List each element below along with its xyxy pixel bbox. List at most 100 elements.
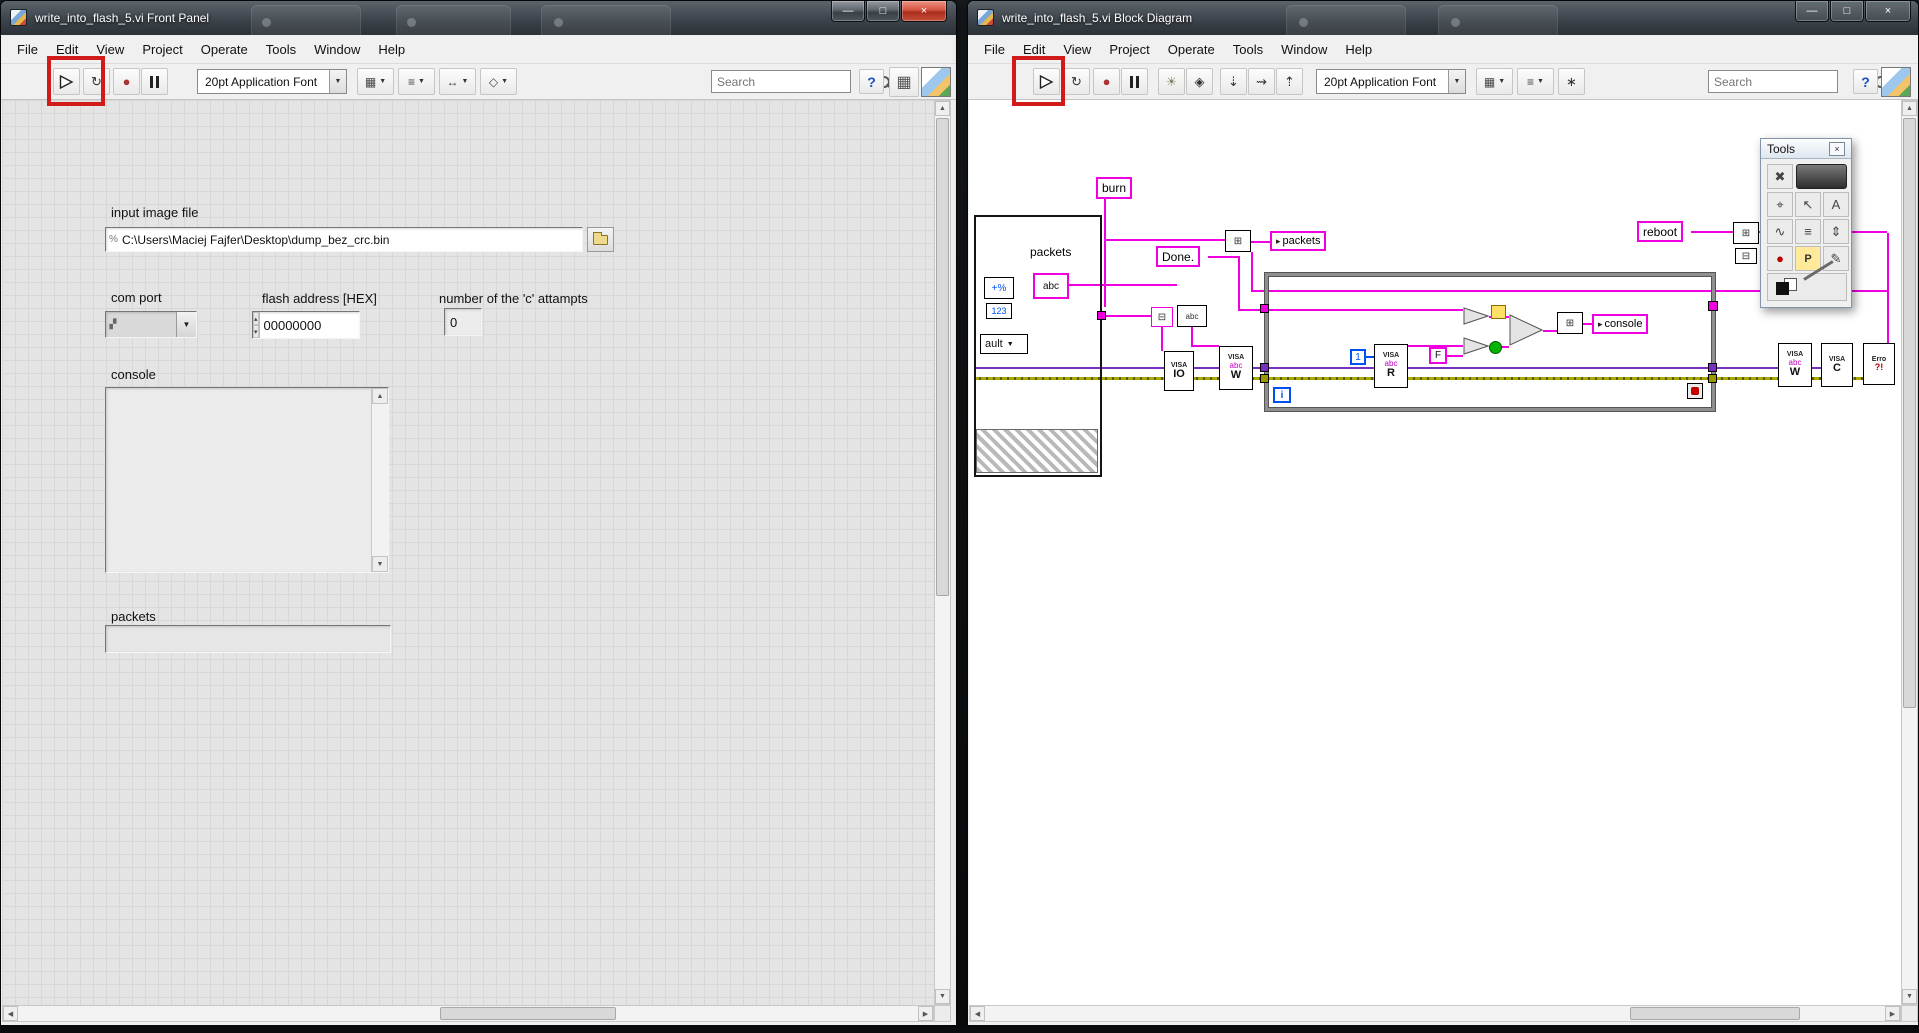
- menu-help[interactable]: Help: [1336, 37, 1381, 62]
- visa-read-node[interactable]: VISA abc R: [1374, 344, 1408, 388]
- minimize-button[interactable]: —: [831, 1, 865, 22]
- scroll-tool[interactable]: ⇕: [1823, 219, 1849, 244]
- menu-project[interactable]: Project: [133, 37, 191, 62]
- string-to-bytes-node[interactable]: abc: [1177, 305, 1207, 327]
- constant-node[interactable]: [1491, 305, 1506, 319]
- vertical-scrollbar[interactable]: ▲ ▼: [1901, 100, 1918, 1005]
- concatenate-strings-node[interactable]: ⊞: [1733, 222, 1759, 244]
- spin-up-icon[interactable]: ▴: [253, 312, 259, 325]
- resize-objects-button[interactable]: ↔ ▼: [439, 68, 476, 95]
- loop-condition-terminal[interactable]: [1687, 383, 1703, 399]
- chevron-down-icon[interactable]: ▼: [176, 312, 196, 337]
- menu-file[interactable]: File: [8, 37, 47, 62]
- scroll-up-button[interactable]: ▲: [1902, 101, 1917, 116]
- error-handler-node[interactable]: Erro ?!: [1863, 343, 1895, 385]
- visa-write-node[interactable]: VISA abc W: [1219, 346, 1253, 390]
- menu-window[interactable]: Window: [1272, 37, 1336, 62]
- distribute-objects-button[interactable]: ≡ ▼: [398, 68, 435, 95]
- scroll-right-button[interactable]: ▶: [1885, 1006, 1900, 1021]
- close-button[interactable]: ×: [901, 1, 947, 22]
- boolean-led-node[interactable]: [1489, 341, 1502, 354]
- horizontal-scrollbar[interactable]: ◀ ▶: [969, 1005, 1901, 1022]
- distribute-objects-button[interactable]: ≡ ▼: [1517, 68, 1554, 95]
- iteration-terminal[interactable]: i: [1273, 387, 1291, 403]
- vertical-scrollbar[interactable]: ▲ ▼: [934, 100, 951, 1005]
- concatenate-strings-node[interactable]: ⊞: [1225, 230, 1251, 252]
- align-objects-button[interactable]: ▦ ▼: [357, 68, 394, 95]
- tools-palette-titlebar[interactable]: Tools ×: [1761, 139, 1851, 159]
- retain-wire-values-button[interactable]: ◈: [1186, 68, 1213, 95]
- scroll-right-button[interactable]: ▶: [918, 1006, 933, 1021]
- auto-tool-select-tool[interactable]: ✖: [1767, 164, 1793, 189]
- position-select-tool[interactable]: ↖: [1795, 192, 1821, 217]
- auto-tool-led[interactable]: [1796, 164, 1847, 189]
- visa-close-node[interactable]: VISA C: [1821, 343, 1853, 387]
- visa-write-node[interactable]: VISA abc W: [1778, 343, 1812, 387]
- scrollbar-thumb[interactable]: [1903, 118, 1916, 708]
- clean-up-diagram-button[interactable]: ∗: [1558, 68, 1585, 95]
- scroll-left-button[interactable]: ◀: [970, 1006, 985, 1021]
- string-constant-f[interactable]: F: [1429, 347, 1447, 364]
- concatenate-strings-node[interactable]: ⊞: [1557, 312, 1583, 334]
- select-node[interactable]: [1509, 314, 1543, 346]
- scroll-down-button[interactable]: ▼: [1902, 989, 1917, 1004]
- numeric-constant[interactable]: 123: [986, 303, 1012, 319]
- wire-tool[interactable]: ∿: [1767, 219, 1793, 244]
- menu-project[interactable]: Project: [1100, 37, 1158, 62]
- highlight-execution-button[interactable]: ☀: [1158, 68, 1185, 95]
- input-image-file-input[interactable]: [119, 232, 582, 247]
- done-label[interactable]: Done.: [1156, 246, 1201, 267]
- connector-pane-button[interactable]: ▦: [889, 67, 919, 97]
- attempts-value[interactable]: [445, 309, 481, 335]
- menu-operate[interactable]: Operate: [192, 37, 257, 62]
- maximize-button[interactable]: □: [866, 1, 900, 22]
- visa-configure-node[interactable]: VISA IO: [1164, 351, 1194, 391]
- vi-icon[interactable]: [921, 67, 951, 97]
- reboot-label[interactable]: reboot: [1637, 221, 1684, 242]
- format-string-node[interactable]: ⊟: [1735, 248, 1757, 264]
- numeric-constant-1[interactable]: 1: [1350, 349, 1366, 365]
- console-indicator[interactable]: ▲ ▼: [105, 387, 389, 573]
- menu-file[interactable]: File: [975, 37, 1014, 62]
- operate-value-tool[interactable]: ⌖: [1767, 192, 1793, 217]
- comparison-node[interactable]: [1463, 337, 1489, 355]
- font-selector[interactable]: 20pt Application Font ▼: [1316, 69, 1466, 94]
- palette-close-button[interactable]: ×: [1829, 141, 1845, 156]
- menu-help[interactable]: Help: [369, 37, 414, 62]
- menu-tools[interactable]: Tools: [257, 37, 305, 62]
- menu-window[interactable]: Window: [305, 37, 369, 62]
- align-objects-button[interactable]: ▦ ▼: [1476, 68, 1513, 95]
- browse-button[interactable]: [587, 227, 614, 252]
- pause-button[interactable]: [141, 68, 168, 95]
- burn-label[interactable]: burn: [1096, 177, 1133, 199]
- font-selector[interactable]: 20pt Application Font ▼: [197, 69, 347, 94]
- scrollbar-thumb[interactable]: [936, 118, 949, 596]
- packets-indicator-terminal[interactable]: ▸ packets: [1270, 231, 1327, 251]
- packets-free-label[interactable]: packets: [1030, 245, 1071, 259]
- com-port-dropdown[interactable]: ▞ ▼: [105, 311, 197, 338]
- format-node[interactable]: +%: [984, 277, 1014, 299]
- breakpoint-tool[interactable]: ●: [1767, 246, 1793, 271]
- step-out-button[interactable]: ⇡: [1276, 68, 1303, 95]
- string-constant[interactable]: abc: [1033, 273, 1069, 299]
- search-input[interactable]: [712, 74, 877, 89]
- probe-tool[interactable]: P: [1795, 246, 1821, 271]
- vi-icon[interactable]: [1881, 67, 1911, 97]
- close-button[interactable]: ×: [1865, 1, 1911, 22]
- console-scrollbar[interactable]: ▲ ▼: [371, 388, 388, 572]
- scroll-down-button[interactable]: ▼: [935, 989, 950, 1004]
- search-input[interactable]: [1709, 74, 1874, 89]
- color-tool[interactable]: [1767, 260, 1847, 301]
- run-continuous-button[interactable]: ↻: [1063, 68, 1090, 95]
- flash-address-input[interactable]: [259, 312, 444, 338]
- step-into-button[interactable]: ⇣: [1220, 68, 1247, 95]
- menu-tools[interactable]: Tools: [1224, 37, 1272, 62]
- color-copy-tool[interactable]: ✎: [1823, 246, 1849, 271]
- comparison-node[interactable]: [1463, 307, 1489, 325]
- case-selector[interactable]: ault ▼: [980, 334, 1028, 354]
- scroll-down-button[interactable]: ▼: [372, 556, 388, 572]
- scrollbar-thumb[interactable]: [440, 1007, 616, 1020]
- scroll-up-button[interactable]: ▲: [935, 101, 950, 116]
- scroll-up-button[interactable]: ▲: [372, 388, 388, 404]
- help-button[interactable]: ?: [1853, 69, 1878, 94]
